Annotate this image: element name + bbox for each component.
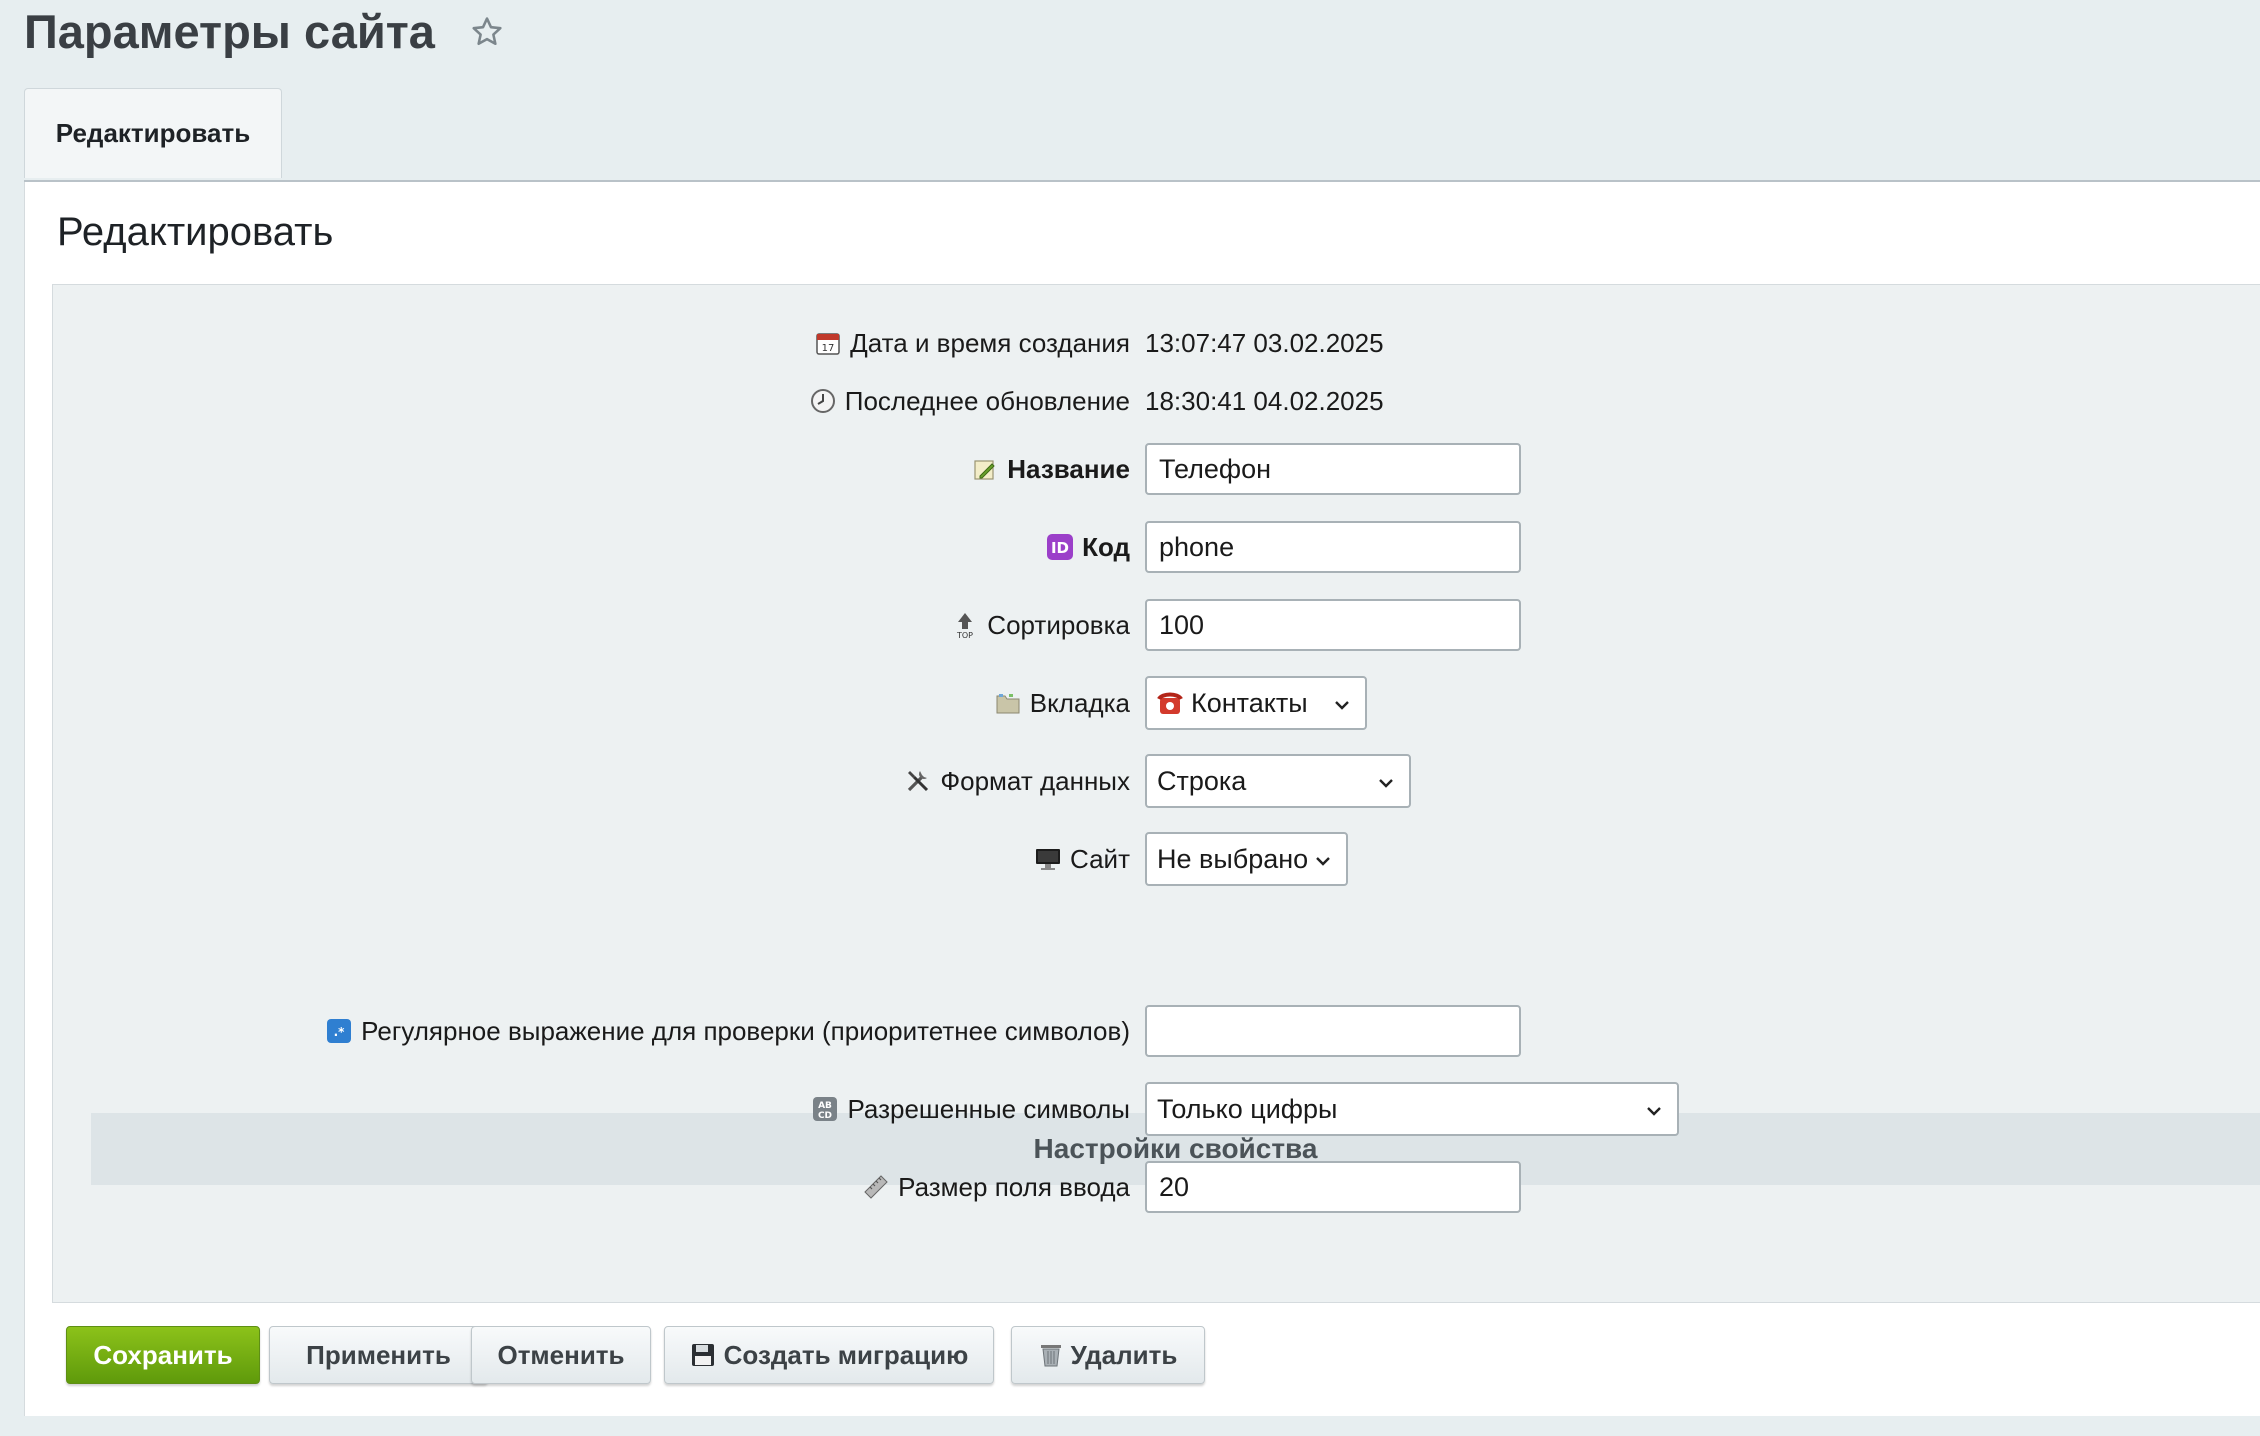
svg-text:ID: ID [1051,539,1069,557]
cancel-button[interactable]: Отменить [471,1326,651,1384]
chevron-down-icon [1312,848,1334,879]
sort-input[interactable] [1145,599,1521,651]
tab-select-value: Контакты [1191,687,1308,718]
clock-icon [809,387,837,415]
pencil-note-icon [971,455,999,483]
created-label: 17 Дата и время создания [30,328,1130,359]
row-format: Формат данных Строка [53,753,2260,809]
tab-label: Вкладка [30,688,1130,719]
row-allowed: AB CD Разрешенные символы Только цифры [53,1081,2260,1137]
size-input[interactable] [1145,1161,1521,1213]
row-tab: Вкладка Контакты [53,675,2260,731]
create-migration-button[interactable]: Создать миграцию [664,1326,994,1384]
regex-input[interactable] [1145,1005,1521,1057]
svg-text:TOP: TOP [956,631,973,639]
tab-bar: Редактировать [24,88,2260,184]
button-bar: Сохранить Применить Отменить Создать миг… [25,1326,2260,1396]
chevron-down-icon [1643,1098,1665,1129]
name-input[interactable] [1145,443,1521,495]
row-name: Название [53,441,2260,497]
monitor-icon [1034,845,1062,873]
format-label: Формат данных [30,766,1130,797]
telephone-icon [1157,690,1183,716]
updated-label: Последнее обновление [30,386,1130,417]
row-site: Сайт Не выбрано [53,831,2260,887]
site-select[interactable]: Не выбрано [1145,832,1348,886]
tools-icon [904,767,932,795]
row-regex: .* Регулярное выражение для проверки (пр… [53,1003,2260,1059]
row-code: ID Код [53,519,2260,575]
format-select[interactable]: Строка [1145,754,1411,808]
svg-text:CD: CD [818,1111,832,1121]
panel-title: Редактировать [57,210,334,254]
calendar-icon: 17 [814,329,842,357]
allowed-select-value: Только цифры [1157,1093,1338,1124]
form-area: 17 Дата и время создания 13:07:47 03.02.… [52,284,2260,1303]
allowed-label: AB CD Разрешенные символы [30,1094,1130,1125]
row-updated: Последнее обновление 18:30:41 04.02.2025 [53,373,2260,429]
id-icon: ID [1046,533,1074,561]
updated-value: 18:30:41 04.02.2025 [1145,385,1384,416]
row-sort: TOP Сортировка [53,597,2260,653]
trash-icon [1039,1342,1063,1368]
star-icon[interactable] [467,12,507,52]
page-title-text: Параметры сайта [24,5,435,58]
site-label: Сайт [30,844,1130,875]
regex-icon: .* [325,1017,353,1045]
site-select-value: Не выбрано [1157,843,1309,874]
page-title: Параметры сайта [24,0,507,64]
size-label: Размер поля ввода [30,1172,1130,1203]
apply-button[interactable]: Применить [269,1326,488,1384]
allowed-select[interactable]: Только цифры [1145,1082,1679,1136]
name-label: Название [30,454,1130,485]
chevron-down-icon [1375,770,1397,801]
tab-edit[interactable]: Редактировать [24,88,282,178]
floppy-disk-icon [690,1342,716,1368]
delete-button[interactable]: Удалить [1011,1326,1205,1384]
created-value: 13:07:47 03.02.2025 [1145,327,1384,358]
code-input[interactable] [1145,521,1521,573]
code-label: ID Код [30,532,1130,563]
tab-select[interactable]: Контакты [1145,676,1367,730]
edit-panel: Редактировать 17 Дата и время создания 1… [24,182,2260,1416]
create-migration-label: Создать миграцию [723,1339,969,1370]
sort-label: TOP Сортировка [30,610,1130,641]
format-select-value: Строка [1157,765,1247,796]
folder-icon [994,689,1022,717]
delete-label: Удалить [1070,1339,1178,1370]
row-size: Размер поля ввода [53,1159,2260,1215]
sort-top-icon: TOP [951,611,979,639]
svg-text:AB: AB [819,1101,833,1111]
svg-text:.*: .* [334,1025,346,1039]
ruler-icon [862,1173,890,1201]
save-button[interactable]: Сохранить [66,1326,260,1384]
row-created: 17 Дата и время создания 13:07:47 03.02.… [53,315,2260,371]
abcd-icon: AB CD [811,1095,839,1123]
chevron-down-icon [1331,692,1353,723]
regex-label: .* Регулярное выражение для проверки (пр… [30,1016,1130,1047]
svg-text:17: 17 [822,343,835,354]
